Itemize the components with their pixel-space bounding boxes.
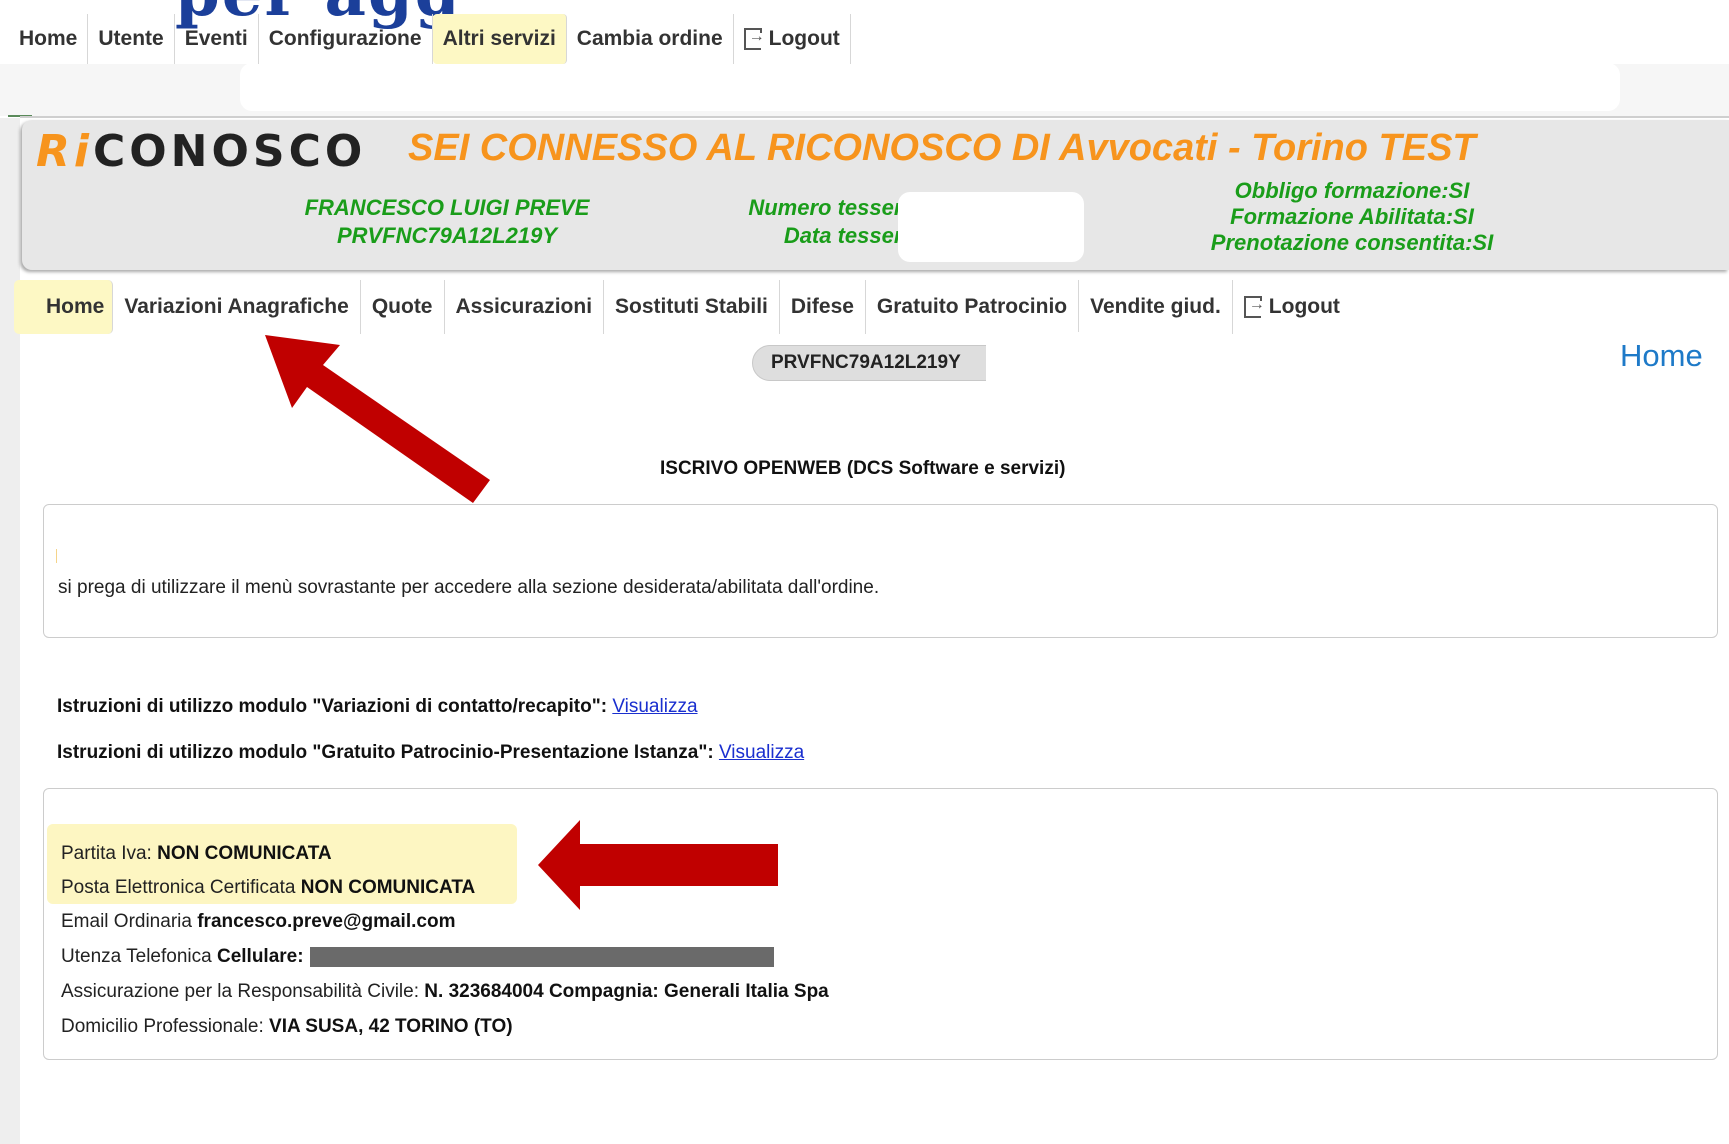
info-assicurazione: Assicurazione per la Responsabilità Civi… [61, 981, 829, 1003]
red-arrow-icon [265, 335, 490, 503]
logout-icon [1243, 296, 1265, 318]
formazione-abilitata: Formazione Abilitata:SI [1230, 204, 1474, 229]
redaction-bar [309, 946, 774, 967]
page-title: Home [1620, 338, 1703, 373]
nav-label: Gratuito Patrocinio [876, 295, 1068, 318]
instruction-label: Istruzioni di utilizzo modulo "Variazion… [57, 696, 608, 717]
divider [20, 116, 1729, 118]
top-nav-utente[interactable]: Utente [88, 14, 175, 64]
data-tessera-label: Data tessera: [783, 223, 922, 248]
logout-icon [743, 28, 765, 50]
redaction-box [898, 192, 1084, 262]
info-value: N. 323684004 Compagnia: Generali Italia … [424, 981, 829, 1002]
top-nav-logout[interactable]: Logout [734, 14, 851, 64]
nav-label: Home [46, 295, 105, 318]
info-value: Cellulare: [216, 946, 304, 967]
info-label: Domicilio Professionale: [61, 1016, 264, 1037]
logo-rest: CONOSCO [92, 126, 367, 177]
instruction-row: Istruzioni di utilizzo modulo "Gratuito … [57, 742, 804, 764]
tessera-info: Numero tessera: Data tessera: [702, 194, 922, 250]
numero-tessera-label: Numero tessera: [748, 195, 922, 220]
main-nav: Home Variazioni Anagrafiche Quote Assicu… [14, 280, 1351, 334]
nav-label: Vendite giud. [1090, 295, 1221, 318]
info-value: francesco.preve@gmail.com [197, 911, 456, 932]
prenotazione-consentita: Prenotazione consentita:SI [1210, 230, 1494, 255]
nav-quote[interactable]: Quote [361, 280, 445, 334]
redaction-box [986, 332, 1218, 396]
view-link-variazioni[interactable]: Visualizza [612, 696, 697, 717]
info-domicilio: Domicilio Professionale: VIA SUSA, 42 TO… [61, 1016, 513, 1038]
top-nav-label: Logout [768, 27, 840, 50]
user-code-pill: PRVFNC79A12L219Y [752, 345, 998, 381]
obbligo-formazione: Obbligo formazione:SI [1234, 178, 1470, 203]
top-nav-cambia-ordine[interactable]: Cambia ordine [567, 14, 734, 64]
top-nav-label: Eventi [184, 27, 248, 50]
left-strip [0, 118, 20, 1144]
top-nav: Home Utente Eventi Configurazione Altri … [0, 14, 851, 64]
nav-sostituti-stabili[interactable]: Sostituti Stabili [604, 280, 780, 334]
nav-vendite-giud[interactable]: Vendite giud. [1079, 280, 1233, 334]
top-nav-configurazione[interactable]: Configurazione [259, 14, 433, 64]
info-value: VIA SUSA, 42 TORINO (TO) [269, 1016, 513, 1037]
red-arrow-icon [538, 820, 778, 910]
nav-gratuito-patrocinio[interactable]: Gratuito Patrocinio [866, 280, 1080, 334]
section-title: ISCRIVO OPENWEB (DCS Software e servizi) [660, 458, 1066, 479]
user-info: FRANCESCO LUIGI PREVE PRVFNC79A12L219Y [212, 194, 682, 250]
menu-hint-message: si prega di utilizzare il menù sovrastan… [58, 577, 880, 598]
nav-label: Sostituti Stabili [615, 295, 768, 318]
app-header: RiCONOSCO SEI CONNESSO AL RICONOSCO DI A… [22, 120, 1729, 270]
user-name: FRANCESCO LUIGI PREVE [304, 195, 590, 220]
nav-label: Difese [790, 295, 854, 318]
nav-logout[interactable]: Logout [1233, 280, 1351, 334]
top-nav-label: Altri servizi [442, 27, 556, 50]
top-nav-label: Home [19, 27, 78, 50]
info-partita-iva: Partita Iva: NON COMUNICATA [61, 843, 332, 865]
instruction-label: Istruzioni di utilizzo modulo "Gratuito … [57, 742, 714, 763]
info-email: Email Ordinaria francesco.preve@gmail.co… [61, 911, 455, 933]
nav-label: Logout [1268, 295, 1340, 318]
top-nav-home[interactable]: Home [0, 14, 89, 64]
message-panel: si prega di utilizzare il menù sovrastan… [43, 504, 1718, 638]
cursor-mark [56, 549, 57, 563]
nav-label: Variazioni Anagrafiche [124, 295, 349, 318]
riconosco-logo: RiCONOSCO [36, 126, 366, 177]
user-code: PRVFNC79A12L219Y [336, 223, 558, 248]
top-nav-altri-servizi[interactable]: Altri servizi [432, 14, 567, 64]
view-link-gratuito-patrocinio[interactable]: Visualizza [719, 742, 804, 763]
status-info: Obbligo formazione:SI Formazione Abilita… [1182, 178, 1522, 256]
nav-home[interactable]: Home [14, 280, 114, 334]
nav-label: Assicurazioni [455, 295, 593, 318]
top-nav-eventi[interactable]: Eventi [175, 14, 259, 64]
connected-banner: SEI CONNESSO AL RICONOSCO DI Avvocati - … [408, 127, 1476, 169]
nav-variazioni-anagrafiche[interactable]: Variazioni Anagrafiche [113, 280, 361, 334]
logo-ri: Ri [36, 126, 93, 177]
redaction-box [240, 63, 1620, 111]
info-value: NON COMUNICATA [300, 877, 476, 898]
info-telefono: Utenza Telefonica Cellulare: [61, 946, 774, 968]
info-label: Utenza Telefonica [61, 946, 212, 967]
nav-difese[interactable]: Difese [780, 280, 866, 334]
info-value: NON COMUNICATA [157, 843, 332, 864]
info-label: Posta Elettronica Certificata [61, 877, 296, 898]
info-label: Partita Iva: [61, 843, 152, 864]
top-nav-label: Configurazione [268, 27, 422, 50]
info-pec: Posta Elettronica Certificata NON COMUNI… [61, 877, 475, 899]
info-label: Assicurazione per la Responsabilità Civi… [61, 981, 420, 1002]
nav-assicurazioni[interactable]: Assicurazioni [445, 280, 605, 334]
instruction-row: Istruzioni di utilizzo modulo "Variazion… [57, 696, 698, 718]
top-nav-label: Cambia ordine [576, 27, 723, 50]
top-nav-label: Utente [98, 27, 164, 50]
nav-label: Quote [371, 295, 433, 318]
profile-info-panel: Partita Iva: NON COMUNICATA Posta Elettr… [43, 788, 1718, 1060]
info-label: Email Ordinaria [61, 911, 192, 932]
